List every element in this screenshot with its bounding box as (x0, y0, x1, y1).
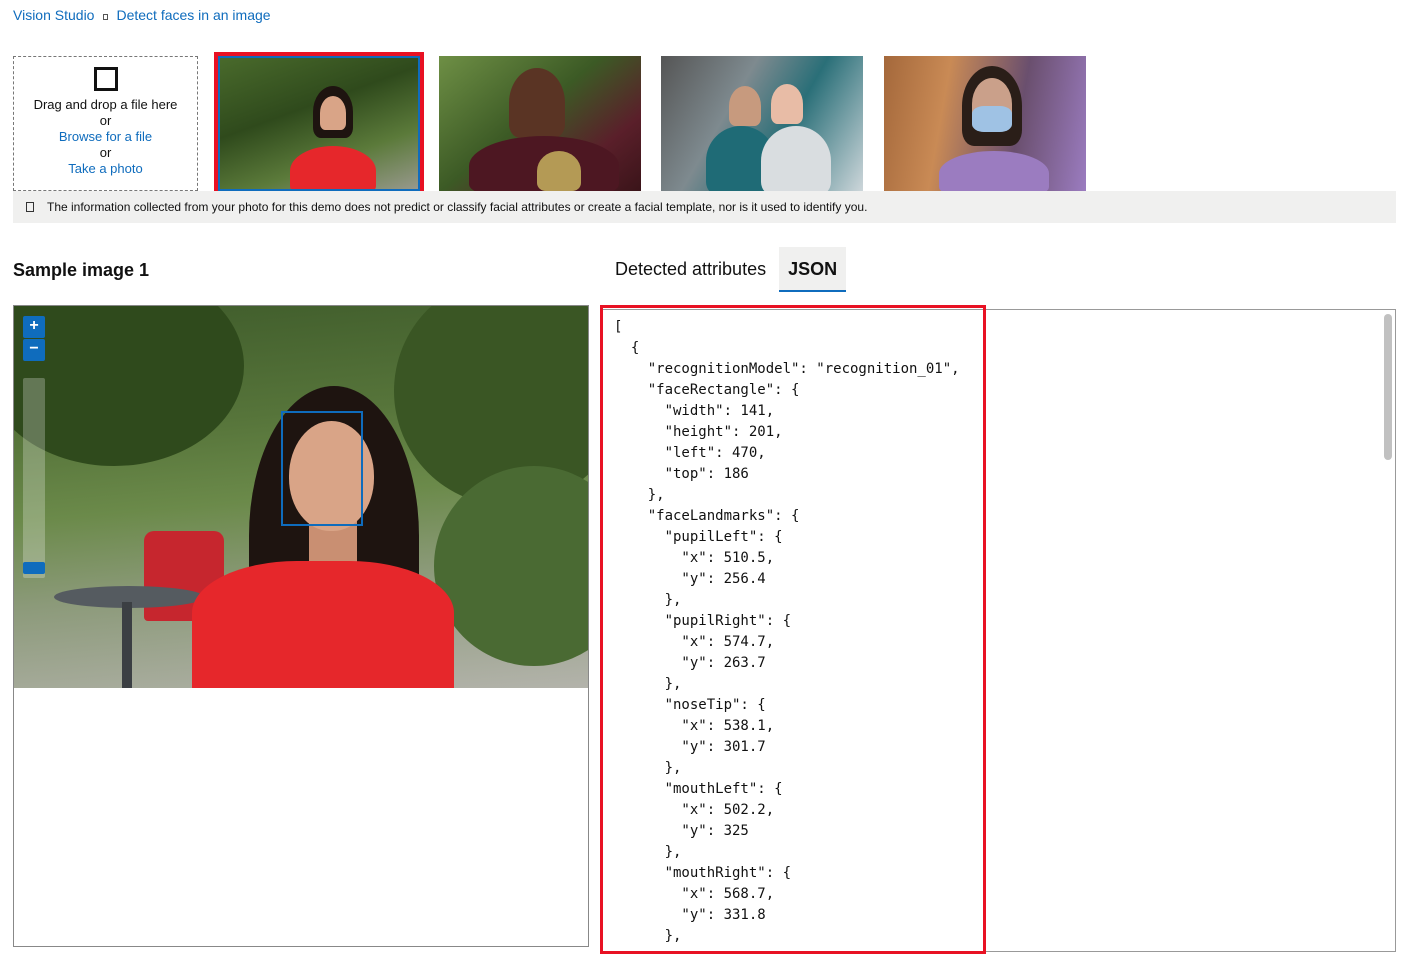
sample-image-thumbnail-1[interactable] (214, 52, 424, 195)
json-scrollbar-thumb[interactable] (1384, 314, 1392, 460)
drag-drop-text: Drag and drop a file here (33, 97, 178, 112)
json-line: "mouthLeft": { (614, 781, 783, 797)
json-line: { (614, 340, 640, 356)
upload-drop-zone[interactable]: Drag and drop a file here or Browse for … (13, 56, 198, 191)
json-line: "x": 568.7, (614, 886, 775, 902)
breadcrumb-separator-icon (103, 14, 109, 20)
tab-detected-attributes[interactable]: Detected attributes (606, 247, 775, 292)
selected-thumbnail-border (218, 56, 420, 191)
json-line: "mouthRight": { (614, 865, 792, 881)
zoom-out-button[interactable]: − (23, 339, 45, 361)
thumbnail-person-shirt (939, 151, 1049, 191)
thumbnail-person-face (771, 84, 803, 124)
or-text-1: or (99, 113, 112, 128)
json-line: }, (614, 676, 682, 692)
background-table-leg (122, 602, 132, 688)
image-viewer[interactable]: + − (13, 305, 589, 947)
json-line: "pupilLeft": { (614, 529, 783, 545)
json-line: "width": 141, (614, 403, 775, 419)
json-line: "x": 574.7, (614, 634, 775, 650)
json-line: "y": 331.8 (614, 907, 766, 923)
json-line: "top": 186 (614, 466, 749, 482)
json-line: }, (614, 487, 665, 503)
thumbnail-mask-object (537, 151, 581, 191)
section-title: Sample image 1 (13, 260, 150, 280)
thumbnail-person-face (509, 68, 565, 138)
json-line: [ (614, 319, 623, 335)
or-text-2: or (99, 145, 112, 160)
json-line: "y": 301.7 (614, 739, 766, 755)
json-output-panel[interactable]: [ { "recognitionModel": "recognition_01"… (600, 309, 1396, 952)
json-line: }, (614, 760, 682, 776)
breadcrumb-detect-faces-link[interactable]: Detect faces in an image (116, 7, 270, 23)
json-line: "x": 538.1, (614, 718, 775, 734)
zoom-slider-track[interactable] (23, 378, 45, 578)
json-line: }, (614, 844, 682, 860)
privacy-info-bar: The information collected from your phot… (13, 191, 1396, 223)
tab-json[interactable]: JSON (779, 247, 847, 292)
json-line: "faceRectangle": { (614, 382, 800, 398)
json-line: "height": 201, (614, 424, 783, 440)
thumbnail-person-face (729, 86, 761, 126)
thumbnail-face-mask (972, 106, 1012, 132)
background-foliage (434, 466, 588, 666)
breadcrumb-vision-studio-link[interactable]: Vision Studio (13, 7, 94, 23)
json-line: "x": 510.5, (614, 550, 775, 566)
take-photo-link[interactable]: Take a photo (14, 161, 197, 177)
json-line: "y": 256.4 (614, 571, 766, 587)
sample-photo (14, 306, 588, 688)
browse-file-link[interactable]: Browse for a file (14, 129, 197, 145)
json-line: "y": 263.7 (614, 655, 766, 671)
json-line: }, (614, 928, 682, 944)
face-detection-rectangle (281, 411, 363, 526)
zoom-in-button[interactable]: + (23, 316, 45, 338)
json-line: "pupilRight": { (614, 613, 792, 629)
json-line: }, (614, 592, 682, 608)
person-red-shirt (192, 561, 454, 688)
background-foliage (14, 306, 244, 466)
json-line: "left": 470, (614, 445, 766, 461)
json-output-text: [ { "recognitionModel": "recognition_01"… (614, 317, 960, 947)
json-line: "x": 502.2, (614, 802, 775, 818)
json-line: "recognitionModel": "recognition_01", (614, 361, 960, 377)
zoom-slider-handle[interactable] (23, 562, 45, 574)
sample-image-thumbnail-2[interactable] (439, 56, 641, 191)
result-tabs: Detected attributes JSON (606, 247, 847, 292)
json-line: "faceLandmarks": { (614, 508, 800, 524)
sample-image-thumbnail-3[interactable] (661, 56, 863, 191)
breadcrumb: Vision Studio Detect faces in an image (13, 7, 271, 23)
thumbnail-person-shirt (761, 126, 831, 191)
privacy-info-text: The information collected from your phot… (47, 200, 868, 214)
info-icon (26, 202, 34, 212)
sample-image-thumbnail-4[interactable] (884, 56, 1086, 191)
json-line: "y": 325 (614, 823, 749, 839)
upload-square-icon (93, 67, 118, 91)
json-line: "noseTip": { (614, 697, 766, 713)
